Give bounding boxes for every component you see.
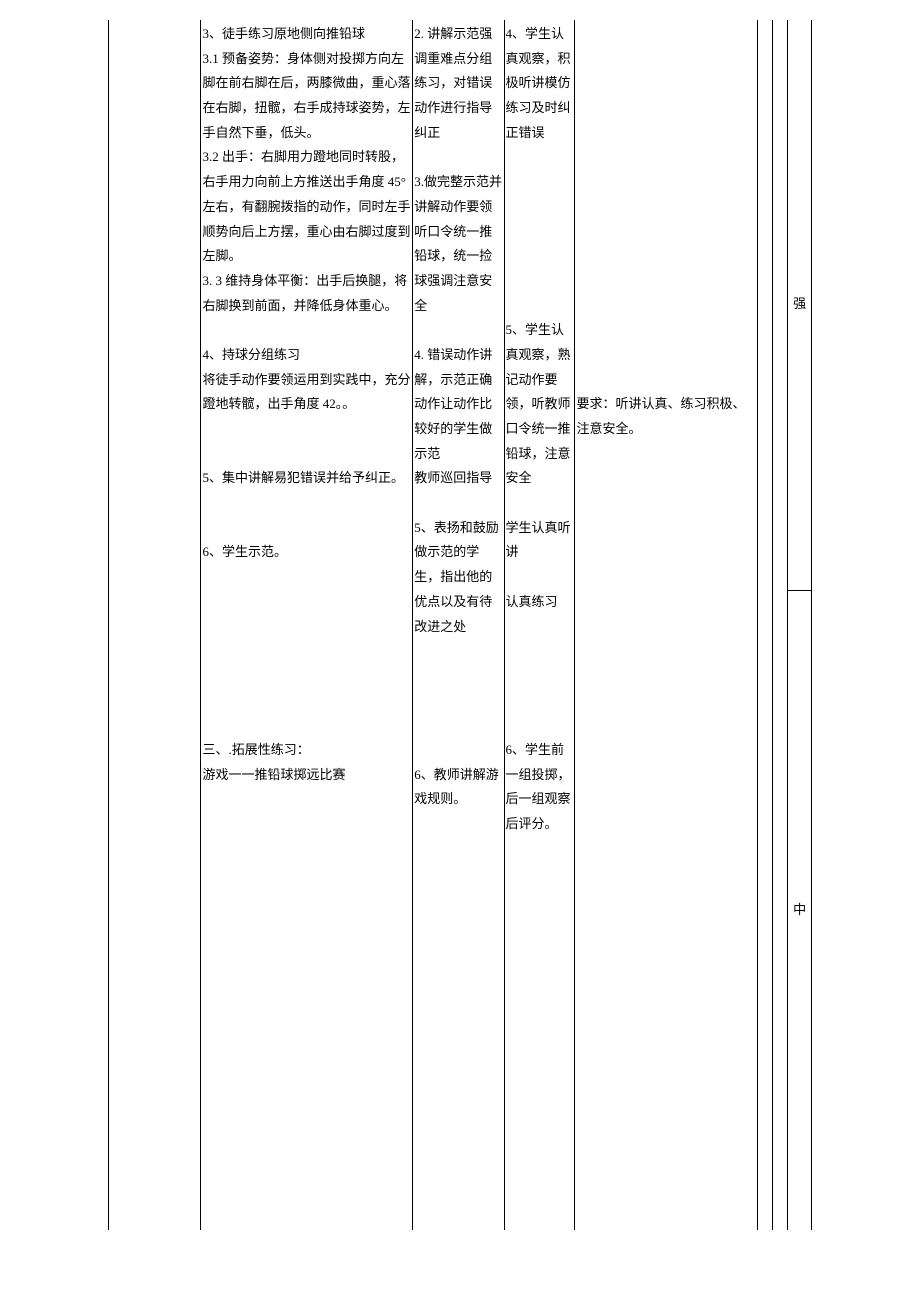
lesson-plan-table: 3、徒手练习原地侧向推铅球 3.1 预备姿势：身体侧对投掷方向左脚在前右脚在后，… <box>108 20 812 1230</box>
col-phase <box>109 20 201 1230</box>
intensity-strong: 强 <box>788 20 812 590</box>
col-teacher: 2. 讲解示范强调重难点分组练习，对错误动作进行指导纠正 3.做完整示范并讲解动… <box>413 20 504 1230</box>
col-blank-2 <box>773 20 788 1230</box>
col-requirement: 要求：听讲认真、练习积极、注意安全。 <box>575 20 758 1230</box>
col-content: 3、徒手练习原地侧向推铅球 3.1 预备姿势：身体侧对投掷方向左脚在前右脚在后，… <box>201 20 413 1230</box>
col-blank-1 <box>758 20 773 1230</box>
intensity-medium: 中 <box>788 590 812 1230</box>
col-student: 4、学生认真观察，积极听讲模仿练习及时纠正错误 5、学生认真观察，熟记动作要领，… <box>504 20 575 1230</box>
